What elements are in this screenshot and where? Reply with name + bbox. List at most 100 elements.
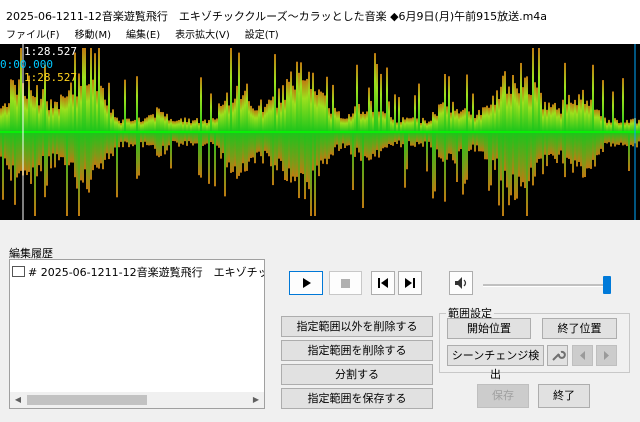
delete-outside-button[interactable]: 指定範囲以外を削除する	[281, 316, 433, 337]
prev-scene-button[interactable]	[572, 345, 593, 366]
menu-settings[interactable]: 設定(T)	[245, 30, 279, 41]
delete-range-button[interactable]: 指定範囲を削除する	[281, 340, 433, 361]
waveform-peak-bottom	[550, 132, 552, 154]
waveform-peak-bottom	[72, 132, 74, 163]
waveform-peak-top	[294, 89, 296, 132]
waveform-peak-top	[510, 93, 512, 132]
waveform-peak-top	[144, 118, 146, 132]
waveform-peak-bottom	[482, 132, 484, 152]
waveform-peak-bottom	[94, 132, 96, 165]
waveform-peak-bottom	[294, 132, 296, 182]
waveform-peak-bottom	[520, 132, 522, 187]
next-scene-button[interactable]	[596, 345, 617, 366]
waveform-peak-bottom	[156, 132, 158, 156]
waveform-peak-bottom	[16, 132, 18, 178]
waveform-peak-top	[170, 118, 172, 132]
waveform-peak-bottom	[590, 132, 592, 169]
waveform-peak-top	[430, 120, 432, 132]
waveform-peak-top	[380, 73, 382, 132]
waveform-peak-bottom	[134, 132, 136, 145]
waveform-peak-bottom	[212, 132, 214, 145]
waveform-peak-top	[4, 103, 6, 132]
waveform-peak-top	[600, 116, 602, 132]
history-item[interactable]: # 2025-06-1211-12音楽遊覧飛行 エキゾチック	[12, 264, 264, 280]
waveform-peak-top	[488, 107, 490, 132]
waveform-peak-bottom	[602, 132, 604, 153]
waveform-peak-top	[382, 111, 384, 132]
waveform-peak-bottom	[248, 132, 250, 162]
menu-view[interactable]: 表示拡大(V)	[175, 30, 230, 41]
save-button[interactable]: 保存	[477, 384, 529, 408]
start-position-button[interactable]: 開始位置	[447, 318, 531, 339]
menu-file[interactable]: ファイル(F)	[6, 30, 60, 41]
waveform-peak-bottom	[576, 132, 578, 167]
waveform-peak-top	[424, 120, 426, 132]
waveform-peak-top	[212, 118, 214, 132]
waveform-peak-top	[608, 119, 610, 132]
menu-edit[interactable]: 編集(E)	[126, 30, 160, 41]
history-list[interactable]: # 2025-06-1211-12音楽遊覧飛行 エキゾチック ◀ ▶	[9, 259, 265, 409]
waveform-peak-top	[28, 75, 30, 132]
scroll-left-icon[interactable]: ◀	[10, 392, 26, 408]
waveform-view[interactable]: 1:28.527 0:00.000 1:28.527	[0, 44, 640, 220]
waveform-peak-top	[582, 89, 584, 132]
stop-button[interactable]	[329, 271, 362, 295]
waveform-peak-top	[82, 48, 84, 132]
waveform-peak-bottom	[292, 132, 294, 177]
waveform-peak-top	[546, 109, 548, 132]
split-button[interactable]: 分割する	[281, 364, 433, 385]
waveform-peak-bottom	[96, 132, 98, 168]
scene-change-button[interactable]: シーンチェンジ検出	[447, 345, 544, 381]
waveform-peak-top	[268, 99, 270, 132]
waveform-peak-top	[304, 80, 306, 132]
waveform-peak-top	[108, 82, 110, 132]
waveform-peak-top	[450, 112, 452, 132]
skip-forward-button[interactable]	[398, 271, 422, 295]
waveform-peak-top	[458, 113, 460, 132]
waveform-peak-top	[122, 119, 124, 132]
waveform-peak-top	[218, 103, 220, 132]
scrollbar-thumb[interactable]	[27, 395, 147, 405]
save-range-button[interactable]: 指定範囲を保存する	[281, 388, 433, 409]
waveform-peak-bottom	[168, 132, 170, 146]
waveform-peak-bottom	[414, 132, 416, 147]
waveform-peak-bottom	[596, 132, 598, 156]
wrench-button[interactable]	[547, 345, 568, 366]
waveform-peak-bottom	[80, 132, 82, 181]
waveform-peak-bottom	[614, 132, 616, 147]
waveform-peak-top	[476, 114, 478, 132]
waveform-peak-top	[602, 80, 604, 132]
waveform-peak-bottom	[370, 132, 372, 160]
waveform-peak-top	[100, 85, 102, 132]
waveform-peak-top	[570, 102, 572, 132]
history-scrollbar[interactable]: ◀ ▶	[10, 392, 264, 408]
skip-back-button[interactable]	[371, 271, 395, 295]
waveform-peak-bottom	[164, 132, 166, 155]
waveform-peak-top	[566, 104, 568, 132]
waveform-peak-bottom	[612, 132, 614, 144]
waveform-peak-top	[94, 53, 96, 132]
menu-move[interactable]: 移動(M)	[75, 30, 111, 41]
waveform-peak-top	[332, 84, 334, 132]
waveform-peak-top	[30, 90, 32, 132]
waveform-peak-bottom	[630, 132, 632, 145]
waveform-peak-top	[376, 63, 378, 133]
waveform-peak-bottom	[454, 132, 456, 164]
waveform-peak-top	[276, 107, 278, 132]
waveform-peak-bottom	[360, 132, 362, 161]
waveform-peak-top	[322, 92, 324, 132]
waveform-peak-bottom	[386, 132, 388, 148]
waveform-peak-bottom	[348, 132, 350, 146]
quit-button[interactable]: 終了	[538, 384, 590, 408]
waveform-peak-bottom	[410, 132, 412, 146]
end-position-button[interactable]: 終了位置	[542, 318, 617, 339]
waveform-peak-top	[398, 97, 400, 132]
scroll-right-icon[interactable]: ▶	[248, 392, 264, 408]
waveform-peak-top	[588, 105, 590, 132]
waveform-peak-bottom	[372, 132, 374, 154]
waveform-peak-bottom	[322, 132, 324, 164]
play-button[interactable]	[289, 271, 323, 295]
volume-slider-thumb[interactable]	[603, 276, 611, 294]
volume-slider-track[interactable]	[483, 284, 609, 287]
volume-button[interactable]	[449, 271, 473, 295]
